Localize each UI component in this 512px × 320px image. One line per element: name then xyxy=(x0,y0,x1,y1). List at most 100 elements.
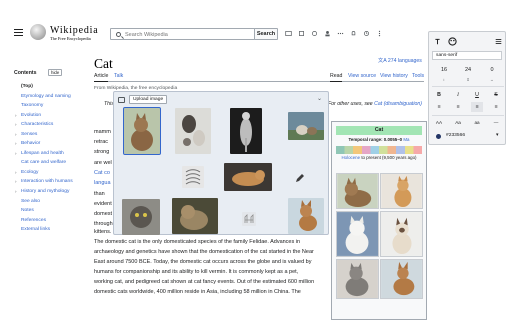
chevron-right-icon[interactable]: › xyxy=(15,122,17,127)
search-button[interactable]: Search xyxy=(254,28,278,40)
pen-icon[interactable] xyxy=(294,172,306,184)
lead-line: working cat, and pedigreed cat shown at … xyxy=(94,279,315,285)
cat-photo-siamese[interactable] xyxy=(380,211,423,257)
thumbnail-lying-cat[interactable] xyxy=(224,163,272,191)
toc-item[interactable]: › Characteristics xyxy=(15,122,101,132)
chevron-right-icon[interactable]: › xyxy=(15,179,17,184)
tab-talk[interactable]: Talk xyxy=(114,73,123,79)
menu-dots-icon[interactable] xyxy=(337,30,344,37)
paragraph-fragment: evident xyxy=(94,201,112,207)
toc-item[interactable]: › Interaction with humans xyxy=(15,179,101,189)
font-size-value[interactable]: 16 xyxy=(435,67,453,73)
settings-icon[interactable] xyxy=(311,30,318,37)
clear-case-button[interactable]: — xyxy=(490,118,502,128)
watchlist-icon[interactable] xyxy=(298,30,305,37)
tab-tools[interactable]: Tools xyxy=(412,73,424,79)
align-left-button[interactable]: ≡ xyxy=(433,102,445,112)
align-center-button[interactable]: ≡ xyxy=(452,102,464,112)
chevron-right-icon[interactable]: › xyxy=(15,151,17,156)
toc-item[interactable]: Notes xyxy=(21,208,101,218)
holocene-link[interactable]: Holocene xyxy=(342,155,361,160)
toc-item[interactable]: External links xyxy=(21,227,101,237)
ma-link[interactable]: Ma xyxy=(403,137,409,142)
text-icon[interactable] xyxy=(434,38,441,45)
chevron-right-icon[interactable]: › xyxy=(15,141,17,146)
tab-article[interactable]: Article xyxy=(94,73,109,82)
font-family-select[interactable]: sans-serif xyxy=(432,51,502,60)
language-button[interactable]: 文A 274 languages xyxy=(378,57,422,64)
align-right-button[interactable]: ≡ xyxy=(490,102,502,112)
hatnote: For other uses, see Cat (disambiguation) xyxy=(328,101,422,107)
cat-photo-grey[interactable] xyxy=(336,259,379,299)
lowercase-button[interactable]: aa xyxy=(471,118,483,128)
table-of-contents: Contents hide (Top) Etymology and naming T… xyxy=(14,69,90,232)
chevron-right-icon[interactable]: › xyxy=(15,170,17,175)
thumbnail-wild-cat[interactable] xyxy=(172,198,218,234)
line-height-value[interactable]: 24 xyxy=(459,67,477,73)
toc-item[interactable]: References xyxy=(21,218,101,228)
geologic-timeline-bar[interactable] xyxy=(336,146,422,154)
panel-divider-2 xyxy=(432,115,504,116)
toc-item[interactable]: Etymology and naming xyxy=(21,94,101,104)
thumbnail-cat-sketch[interactable] xyxy=(182,166,204,188)
thumbnail-cat-paws[interactable] xyxy=(175,108,211,154)
thumbnail-cat-outline[interactable] xyxy=(242,212,256,226)
toc-item[interactable]: See also xyxy=(21,199,101,209)
color-swatch[interactable] xyxy=(436,134,441,139)
wordmark[interactable]: Wikipedia xyxy=(50,25,98,36)
chevron-right-icon[interactable]: › xyxy=(15,113,17,118)
color-hex-value[interactable]: #233566 xyxy=(446,133,465,138)
search-input[interactable] xyxy=(125,30,250,39)
bold-button[interactable]: B xyxy=(433,90,445,100)
panel-menu-icon[interactable] xyxy=(495,38,502,45)
toc-item-label: (Top) xyxy=(21,84,33,89)
paragraph-fragment: mamm xyxy=(94,129,111,135)
toc-item[interactable]: (Top) xyxy=(21,84,101,94)
thumbnail-abyssinian-cat[interactable] xyxy=(288,198,324,234)
toc-item-label: Evolution xyxy=(21,112,42,118)
thumbnail-cat-kittens[interactable] xyxy=(288,112,324,140)
notification-icon[interactable] xyxy=(350,30,357,37)
user-icon[interactable] xyxy=(324,30,331,37)
chevron-right-icon[interactable]: › xyxy=(15,132,17,137)
toc-item[interactable]: › Behavior xyxy=(15,141,101,151)
tab-view-source[interactable]: View source xyxy=(348,73,376,79)
align-justify-button[interactable]: ≡ xyxy=(471,102,483,112)
thumbnail-cat-xray[interactable] xyxy=(230,108,262,154)
toc-hide-button[interactable]: hide xyxy=(48,69,63,76)
more-icon[interactable] xyxy=(376,30,383,37)
chevron-down-icon[interactable]: ⌄ xyxy=(317,95,322,102)
thumbnail-cat-portrait[interactable] xyxy=(122,199,160,235)
wikipedia-globe-logo[interactable] xyxy=(30,24,46,40)
cat-photo-abyssinian[interactable] xyxy=(380,259,423,299)
capitalize-button[interactable]: Aa xyxy=(452,118,464,128)
padding-value[interactable]: 0 xyxy=(483,67,501,73)
toc-item[interactable]: › Evolution xyxy=(15,112,101,123)
chevron-right-icon[interactable]: › xyxy=(15,189,17,194)
italic-button[interactable]: I xyxy=(452,90,464,100)
paragraph-fragment: are wel xyxy=(94,160,112,166)
toc-item[interactable]: › History and mythology xyxy=(15,189,101,199)
appearance-icon[interactable] xyxy=(285,30,292,37)
palette-icon[interactable] xyxy=(448,37,457,46)
tab-view-history[interactable]: View history xyxy=(380,73,408,79)
main-menu-icon[interactable] xyxy=(14,29,23,37)
upload-image-button[interactable]: Upload image xyxy=(129,95,168,104)
underline-button[interactable]: U xyxy=(471,90,483,100)
toc-item[interactable]: Taxonomy xyxy=(21,103,101,113)
color-dropdown-icon[interactable]: ▾ xyxy=(496,132,499,138)
uppercase-button[interactable]: AA xyxy=(433,118,445,128)
toc-item[interactable]: › Senses xyxy=(15,132,101,142)
cat-photo-tabby[interactable] xyxy=(336,173,379,209)
paragraph-fragment: retrac xyxy=(94,139,109,145)
toc-item[interactable]: Cat care and welfare xyxy=(21,160,101,170)
cat-photo-orange[interactable] xyxy=(380,173,423,209)
toc-item[interactable]: › Lifespan and health xyxy=(15,151,101,161)
disambiguation-link[interactable]: Cat (disambiguation) xyxy=(374,101,422,107)
tab-read[interactable]: Read xyxy=(330,73,343,82)
padding-icon: ↔ xyxy=(490,77,494,82)
thumbnail-tabby-cat[interactable] xyxy=(123,107,161,155)
cat-photo-white[interactable] xyxy=(336,211,379,257)
strikethrough-button[interactable]: S xyxy=(490,90,502,100)
clock-icon[interactable] xyxy=(363,30,370,37)
